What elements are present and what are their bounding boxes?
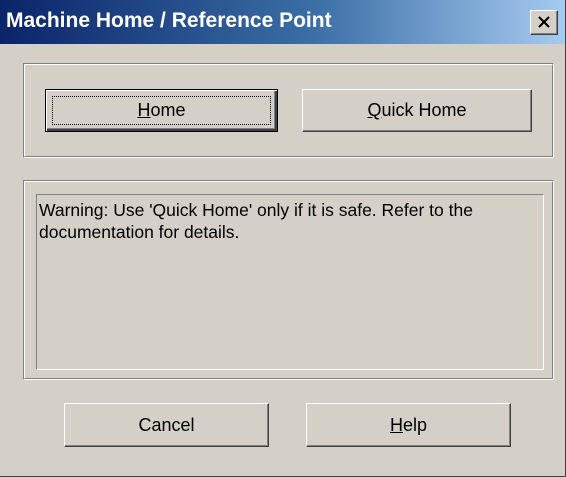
- help-button-label: Help: [389, 414, 428, 435]
- window-title: Machine Home / Reference Point: [6, 9, 332, 32]
- quick-home-button[interactable]: Quick Home: [302, 89, 532, 132]
- dialog-window: Machine Home / Reference Point Home Quic…: [0, 0, 566, 477]
- cancel-button[interactable]: Cancel: [64, 403, 269, 447]
- close-icon: [538, 16, 550, 28]
- focus-rect: [52, 96, 271, 125]
- quick-home-button-label: Quick Home: [367, 100, 467, 120]
- close-button[interactable]: [530, 10, 558, 35]
- warning-message: Warning: Use 'Quick Home' only if it is …: [36, 194, 544, 370]
- help-button[interactable]: Help: [306, 403, 511, 447]
- title-bar[interactable]: Machine Home / Reference Point: [0, 0, 565, 44]
- home-button[interactable]: Home: [45, 89, 278, 132]
